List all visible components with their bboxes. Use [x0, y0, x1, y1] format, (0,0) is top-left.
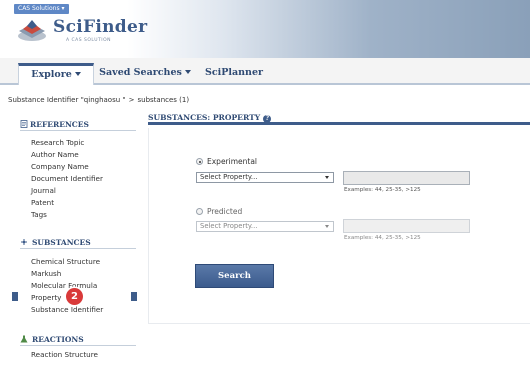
sidebar-item-chemical-structure[interactable]: Chemical Structure — [31, 257, 100, 266]
experimental-examples-hint: Examples: 44, 25-35, >125 — [344, 187, 421, 193]
main-nav: Explore Saved Searches SciPlanner — [0, 58, 530, 85]
sidebar-section-title: REFERENCES — [30, 120, 89, 129]
sidebar-item-document-identifier[interactable]: Document Identifier — [31, 174, 103, 183]
tab-saved-searches[interactable]: Saved Searches — [97, 63, 193, 85]
sidebar-item-company-name[interactable]: Company Name — [31, 162, 89, 171]
experimental-radio[interactable] — [196, 158, 203, 165]
sidebar-section-substances[interactable]: SUBSTANCES — [20, 237, 136, 249]
flask-icon — [20, 335, 28, 343]
experimental-property-select[interactable]: Select Property... — [196, 172, 334, 183]
chevron-down-icon — [184, 70, 191, 74]
sidebar-section-reactions[interactable]: REACTIONS — [20, 334, 136, 346]
scifinder-logo-icon — [18, 20, 46, 41]
sidebar-item-tags[interactable]: Tags — [31, 210, 47, 219]
sidebar-item-property[interactable]: Property — [31, 293, 61, 302]
chevron-down-icon — [325, 176, 329, 179]
document-icon — [20, 120, 28, 128]
predicted-value-input[interactable] — [343, 219, 470, 233]
selection-marker-right — [131, 292, 137, 301]
tab-explore-label: Explore — [31, 69, 72, 80]
experimental-select-value: Select Property... — [200, 173, 258, 181]
chevron-down-icon — [74, 72, 81, 76]
predicted-examples-hint: Examples: 44, 25-35, >125 — [344, 235, 421, 241]
predicted-property-select[interactable]: Select Property... — [196, 221, 334, 232]
sidebar-item-journal[interactable]: Journal — [31, 186, 56, 195]
sidebar-item-substance-identifier[interactable]: Substance Identifier — [31, 305, 103, 314]
breadcrumb-separator: > — [128, 96, 135, 104]
tab-explore[interactable]: Explore — [18, 63, 94, 85]
breadcrumb: Substance Identifier "qinghaosu " > substa… — [8, 96, 189, 104]
page-title: SUBSTANCES: PROPERTY? — [148, 113, 272, 123]
sidebar-item-research-topic[interactable]: Research Topic — [31, 138, 84, 147]
scifinder-logo-text: SciFinder — [53, 17, 148, 37]
selection-marker-left — [12, 292, 18, 301]
sidebar-item-author-name[interactable]: Author Name — [31, 150, 79, 159]
sidebar-item-markush[interactable]: Markush — [31, 269, 61, 278]
predicted-select-value: Select Property... — [200, 222, 258, 230]
step-badge: 2 — [66, 288, 83, 305]
sidebar-section-title: REACTIONS — [32, 335, 84, 344]
chevron-down-icon — [325, 225, 329, 228]
tab-saved-searches-label: Saved Searches — [99, 67, 182, 78]
molecule-icon — [21, 239, 27, 245]
breadcrumb-link-query[interactable]: Substance Identifier "qinghaosu " — [8, 96, 126, 104]
predicted-label: Predicted — [207, 207, 243, 216]
sidebar-item-reaction-structure[interactable]: Reaction Structure — [31, 350, 98, 359]
search-button[interactable]: Search — [195, 264, 274, 288]
tab-sciplanner[interactable]: SciPlanner — [196, 63, 272, 85]
app-header: CAS Solutions ▾ SciFinder A CAS SOLUTION — [0, 0, 530, 58]
cas-solutions-menu[interactable]: CAS Solutions ▾ — [14, 4, 69, 14]
sidebar-section-title: SUBSTANCES — [32, 238, 91, 247]
sidebar-item-molecular-formula[interactable]: Molecular Formula — [31, 281, 97, 290]
experimental-value-input[interactable] — [343, 171, 470, 185]
cas-solution-subtitle: A CAS SOLUTION — [66, 38, 111, 43]
experimental-label: Experimental — [207, 157, 258, 166]
sidebar-section-references[interactable]: REFERENCES — [20, 119, 136, 131]
sidebar-item-patent[interactable]: Patent — [31, 198, 54, 207]
tab-sciplanner-label: SciPlanner — [204, 67, 264, 78]
predicted-radio[interactable] — [196, 208, 203, 215]
help-icon[interactable]: ? — [263, 115, 272, 123]
breadcrumb-current[interactable]: substances (1) — [137, 96, 189, 104]
page-title-text: SUBSTANCES: PROPERTY — [148, 113, 261, 122]
